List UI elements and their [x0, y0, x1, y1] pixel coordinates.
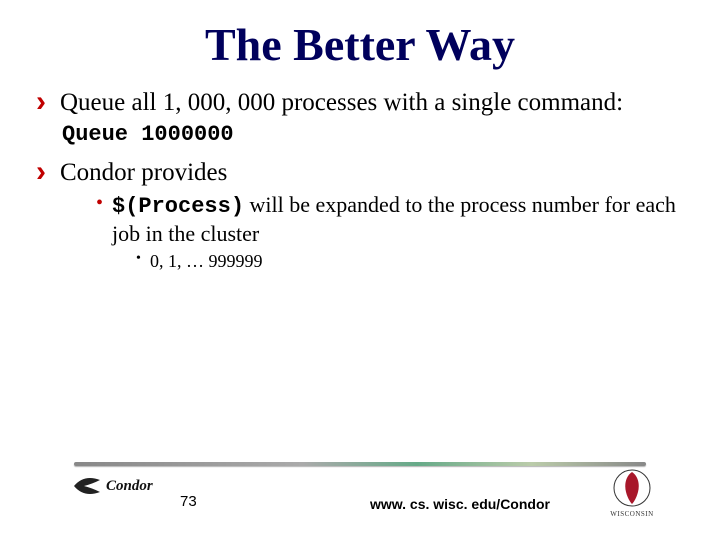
slide-title: The Better Way — [30, 18, 690, 71]
code-queue-command: Queue 1000000 — [62, 122, 690, 147]
wisconsin-logo: WISCONSIN — [606, 466, 658, 518]
process-macro: $(Process) — [112, 194, 244, 219]
wisconsin-logo-text: WISCONSIN — [610, 510, 653, 518]
bullet-condor-provides: Condor provides $(Process) will be expan… — [36, 157, 690, 272]
bullet-queue-all: Queue all 1, 000, 000 processes with a s… — [36, 87, 690, 118]
bullet-text: Condor provides — [60, 159, 227, 186]
sublist: $(Process) will be expanded to the proce… — [60, 191, 690, 273]
footer-url: www. cs. wisc. edu/Condor — [370, 496, 550, 512]
subsub-numbers: 0, 1, … 999999 — [136, 250, 690, 273]
slide: The Better Way Queue all 1, 000, 000 pro… — [0, 0, 720, 540]
bullet-text: Queue all 1, 000, 000 processes with a s… — [60, 89, 623, 116]
content-list-2: Condor provides $(Process) will be expan… — [30, 157, 690, 272]
content-list: Queue all 1, 000, 000 processes with a s… — [30, 87, 690, 118]
footer-divider — [74, 462, 646, 466]
subbullet-process: $(Process) will be expanded to the proce… — [96, 191, 690, 273]
subsublist: 0, 1, … 999999 — [112, 250, 690, 273]
page-number: 73 — [180, 493, 197, 510]
